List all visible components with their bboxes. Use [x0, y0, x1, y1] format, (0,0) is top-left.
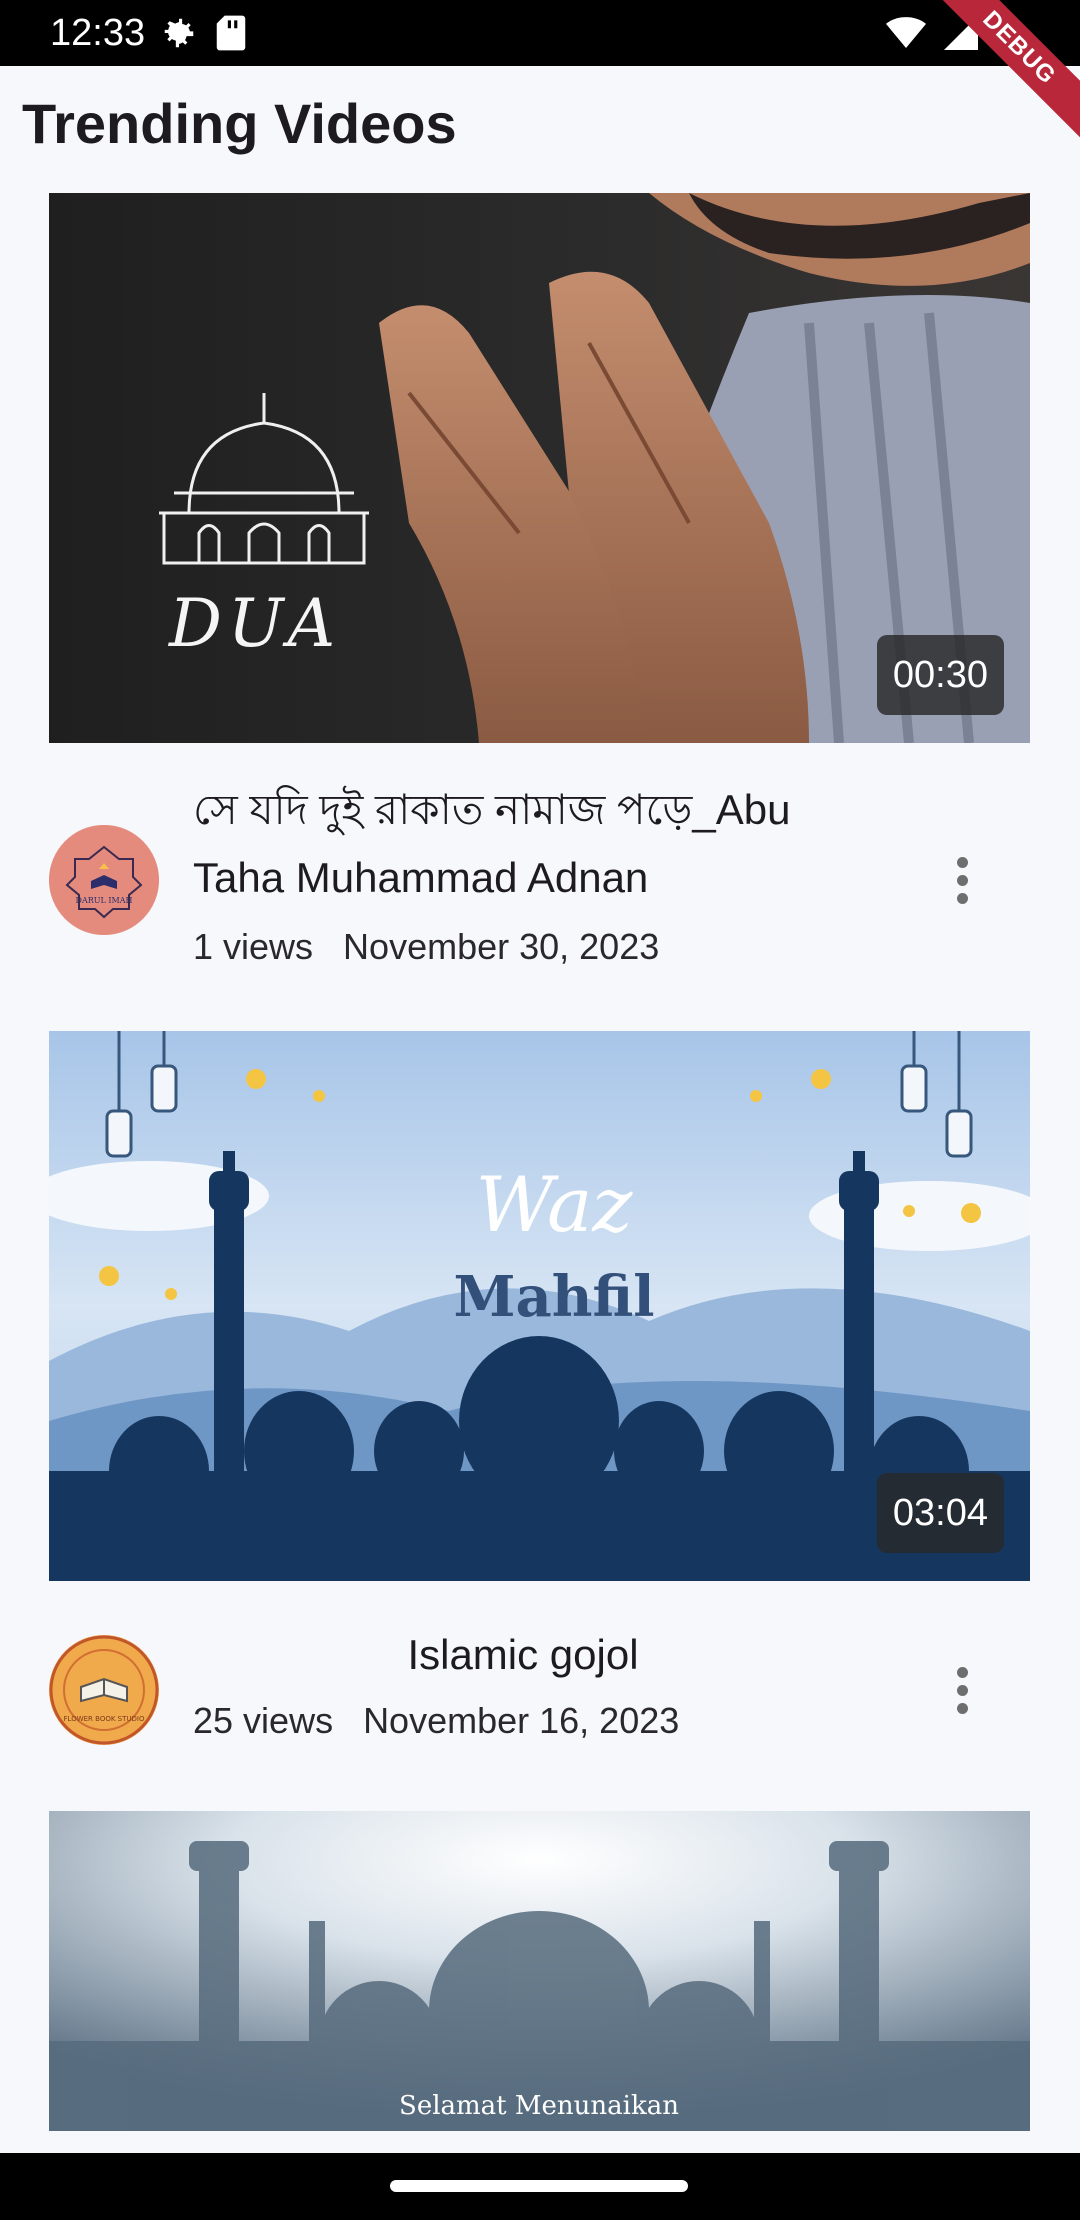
view-count: 1 views [193, 926, 314, 967]
home-indicator[interactable] [390, 2180, 688, 2192]
upload-date: November 30, 2023 [343, 926, 660, 967]
svg-text:FLOWER BOOK STUDIO: FLOWER BOOK STUDIO [64, 1715, 145, 1723]
video-meta: 1 views November 30, 2023 [193, 924, 659, 970]
view-count: 25 views [193, 1700, 334, 1741]
thumbnail-text: Selamat Menunaikan [399, 2091, 679, 2121]
video-thumbnail[interactable]: Selamat Menunaikan [49, 1811, 1030, 2131]
svg-text:DARUL IMAH: DARUL IMAH [76, 896, 133, 905]
video-info[interactable]: DARUL IMAH সে যদি দুই রাকাত নামাজ পড়ে_A… [49, 780, 1030, 980]
video-title[interactable]: সে যদি দুই রাকাত নামাজ পড়ে_Abu Taha Muh… [193, 776, 853, 912]
thumbnail-text: DUA [168, 585, 341, 662]
more-options-icon[interactable] [942, 1660, 982, 1720]
page-title: Trending Videos [22, 92, 457, 155]
duration-badge: 00:30 [876, 635, 1004, 715]
video-meta: 25 views November 16, 2023 [193, 1698, 679, 1744]
wifi-icon [886, 16, 926, 55]
video-title[interactable]: Islamic gojol [193, 1621, 853, 1689]
sd-card-icon [214, 14, 248, 57]
video-thumbnail[interactable]: DUA 00:30 [49, 193, 1030, 743]
upload-date: November 16, 2023 [363, 1700, 680, 1741]
gear-icon [160, 14, 198, 57]
channel-avatar[interactable]: DARUL IMAH [49, 825, 159, 935]
channel-avatar[interactable]: FLOWER BOOK STUDIO [49, 1635, 159, 1745]
video-thumbnail[interactable]: Waz Mahfil 03:04 [49, 1031, 1030, 1581]
duration-badge: 03:04 [876, 1473, 1004, 1553]
thumbnail-text: Mahfil [454, 1264, 655, 1330]
video-info[interactable]: FLOWER BOOK STUDIO Islamic gojol 25 view… [49, 1618, 1030, 1758]
thumbnail-script-text: Waz [476, 1160, 634, 1249]
status-icons-left [160, 14, 248, 57]
status-bar: 12:33 [0, 0, 1080, 66]
more-options-icon[interactable] [942, 850, 982, 910]
status-time: 12:33 [50, 12, 146, 54]
